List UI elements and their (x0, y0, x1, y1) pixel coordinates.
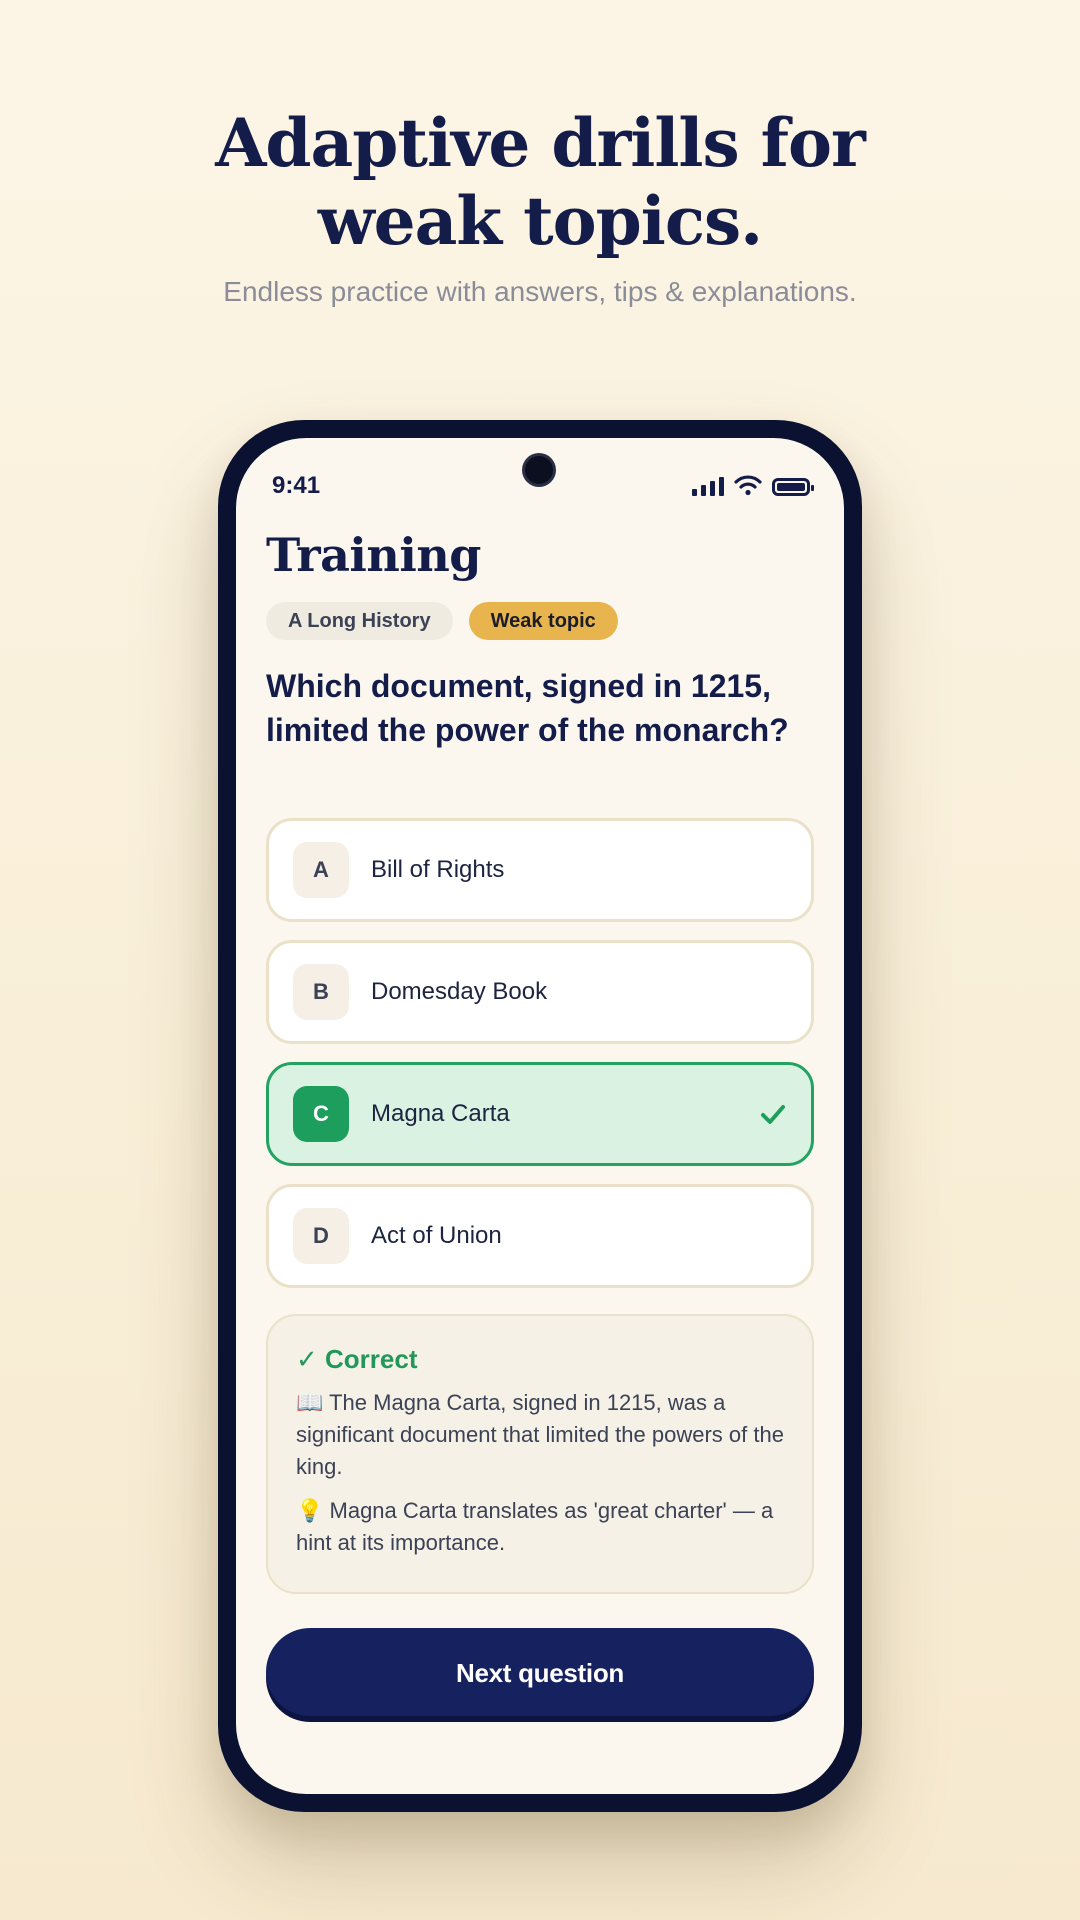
answer-option-b[interactable]: B Domesday Book (266, 940, 814, 1044)
signal-icon (692, 476, 724, 496)
phone-frame: 9:41 Training A Long History Weak topic … (218, 420, 862, 1812)
topic-chip: A Long History (266, 602, 453, 640)
answer-letter: B (293, 964, 349, 1020)
answer-letter: C (293, 1086, 349, 1142)
answer-option-d[interactable]: D Act of Union (266, 1184, 814, 1288)
phone-screen: 9:41 Training A Long History Weak topic … (236, 438, 844, 1794)
answer-text: Act of Union (371, 1222, 502, 1249)
correct-label: ✓ Correct (296, 1344, 418, 1374)
answer-text: Magna Carta (371, 1100, 510, 1127)
answer-letter: A (293, 842, 349, 898)
weak-topic-badge: Weak topic (468, 602, 618, 640)
answer-letter: D (293, 1208, 349, 1264)
next-question-button[interactable]: Next question (266, 1628, 814, 1716)
wifi-icon (734, 475, 762, 496)
status-icons (692, 474, 814, 496)
topic-chips: A Long History Weak topic (266, 602, 618, 640)
explanation-text: 📖 The Magna Carta, signed in 1215, was a… (296, 1390, 784, 1479)
hero-headline: Adaptive drills for weak topics. (0, 104, 1080, 260)
answer-option-a[interactable]: A Bill of Rights (266, 818, 814, 922)
question-text: Which document, signed in 1215, limited … (266, 668, 789, 748)
camera-icon (525, 456, 553, 484)
hero-headline-line1: Adaptive drills for (215, 104, 866, 182)
battery-icon (772, 478, 814, 496)
answer-list: A Bill of Rights B Domesday Book C Magna… (266, 818, 814, 1306)
check-icon (761, 1105, 785, 1124)
answer-text: Bill of Rights (371, 856, 505, 883)
tip-text: 💡 Magna Carta translates as 'great chart… (296, 1498, 774, 1555)
status-time: 9:41 (272, 472, 321, 499)
hero-headline-line2: weak topics. (317, 182, 763, 260)
feedback-panel: ✓ Correct 📖 The Magna Carta, signed in 1… (266, 1314, 814, 1594)
answer-option-c[interactable]: C Magna Carta (266, 1062, 814, 1166)
answer-text: Domesday Book (371, 978, 548, 1005)
page-title: Training (266, 528, 481, 582)
hero-subheadline: Endless practice with answers, tips & ex… (223, 276, 857, 307)
